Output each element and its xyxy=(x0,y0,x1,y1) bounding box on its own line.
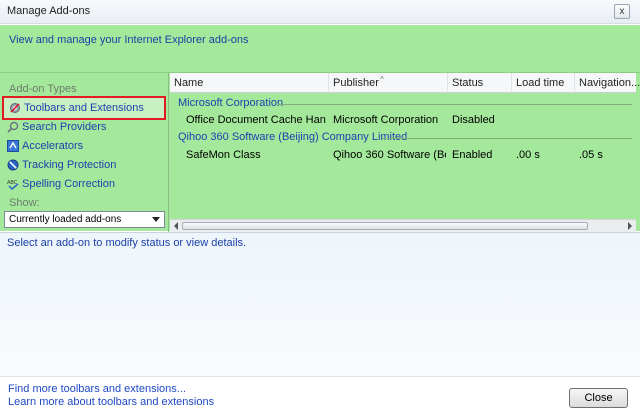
show-filter-select[interactable]: Currently loaded add-ons xyxy=(4,211,165,228)
details-pane: Select an add-on to modify status or vie… xyxy=(0,232,640,376)
search-icon xyxy=(7,121,19,133)
accelerator-icon xyxy=(7,140,19,152)
sidebar-item-toolbars-extensions[interactable]: Toolbars and Extensions xyxy=(2,96,166,120)
horizontal-scrollbar[interactable] xyxy=(170,219,636,232)
sort-up-icon: ^ xyxy=(380,75,384,84)
scroll-left-icon[interactable] xyxy=(174,222,178,230)
group-header-qihoo: Qihoo 360 Software (Beijing) Company Lim… xyxy=(178,131,408,143)
column-header-navigation[interactable]: Navigation... xyxy=(575,73,640,93)
table-row[interactable]: Office Document Cache Handler Microsoft … xyxy=(170,112,636,130)
header-description: View and manage your Internet Explorer a… xyxy=(9,34,249,46)
learn-more-link[interactable]: Learn more about toolbars and extensions xyxy=(8,396,214,408)
group-header-microsoft: Microsoft Corporation xyxy=(178,97,284,109)
show-label: Show: xyxy=(9,197,40,209)
cell-load-time: .00 s xyxy=(516,149,540,161)
details-hint: Select an add-on to modify status or vie… xyxy=(7,237,247,249)
window-close-button[interactable]: x xyxy=(614,4,630,19)
scroll-right-icon[interactable] xyxy=(628,222,632,230)
find-more-link[interactable]: Find more toolbars and extensions... xyxy=(8,383,186,395)
sidebar-item-tracking-protection[interactable]: Tracking Protection xyxy=(7,156,164,174)
sidebar-item-label: Accelerators xyxy=(22,140,84,152)
title-bar: Manage Add-ons x xyxy=(0,0,640,24)
spellcheck-icon: ABC xyxy=(7,178,19,191)
scrollbar-thumb[interactable] xyxy=(182,222,588,230)
column-header-name[interactable]: Name xyxy=(170,73,329,93)
gear-icon xyxy=(9,102,21,114)
sidebar-item-label: Toolbars and Extensions xyxy=(24,102,144,114)
footer: Find more toolbars and extensions... Lea… xyxy=(0,376,640,414)
group-divider xyxy=(382,138,632,139)
window-title: Manage Add-ons xyxy=(7,5,91,17)
main-panel: Add-on Types Toolbars and Extensions Sea… xyxy=(0,72,640,232)
close-button[interactable]: Close xyxy=(569,388,628,408)
no-entry-icon xyxy=(7,159,19,171)
cell-publisher: Microsoft Corporation xyxy=(333,114,439,126)
addon-types-label: Add-on Types xyxy=(9,83,77,95)
cell-status: Disabled xyxy=(452,114,495,126)
table-header: Name Publisher ^ Status Load time Naviga… xyxy=(170,73,640,93)
cell-name: Office Document Cache Handler xyxy=(186,114,326,126)
column-header-publisher[interactable]: Publisher xyxy=(329,73,448,93)
addon-types-panel: Add-on Types Toolbars and Extensions Sea… xyxy=(0,73,169,232)
addons-table: Name Publisher ^ Status Load time Naviga… xyxy=(170,73,640,232)
column-header-load-time[interactable]: Load time xyxy=(512,73,575,93)
sidebar-item-label: Tracking Protection xyxy=(22,159,117,171)
cell-publisher: Qihoo 360 Software (Beij... xyxy=(333,149,446,161)
cell-navigation: .05 s xyxy=(579,149,603,161)
sidebar-item-spelling-correction[interactable]: ABC Spelling Correction xyxy=(7,175,164,193)
cell-name: SafeMon Class xyxy=(186,149,261,161)
header-banner: View and manage your Internet Explorer a… xyxy=(0,25,640,72)
sidebar-item-label: Search Providers xyxy=(22,121,107,133)
sidebar-item-accelerators[interactable]: Accelerators xyxy=(7,137,164,155)
sidebar-item-search-providers[interactable]: Search Providers xyxy=(7,118,164,136)
chevron-down-icon xyxy=(152,217,160,222)
table-row[interactable]: SafeMon Class Qihoo 360 Software (Beij..… xyxy=(170,147,636,165)
show-filter-value: Currently loaded add-ons xyxy=(9,214,122,225)
sidebar-item-label: Spelling Correction xyxy=(22,178,115,190)
group-divider xyxy=(278,104,632,105)
cell-status: Enabled xyxy=(452,149,493,161)
column-header-status[interactable]: Status xyxy=(448,73,512,93)
